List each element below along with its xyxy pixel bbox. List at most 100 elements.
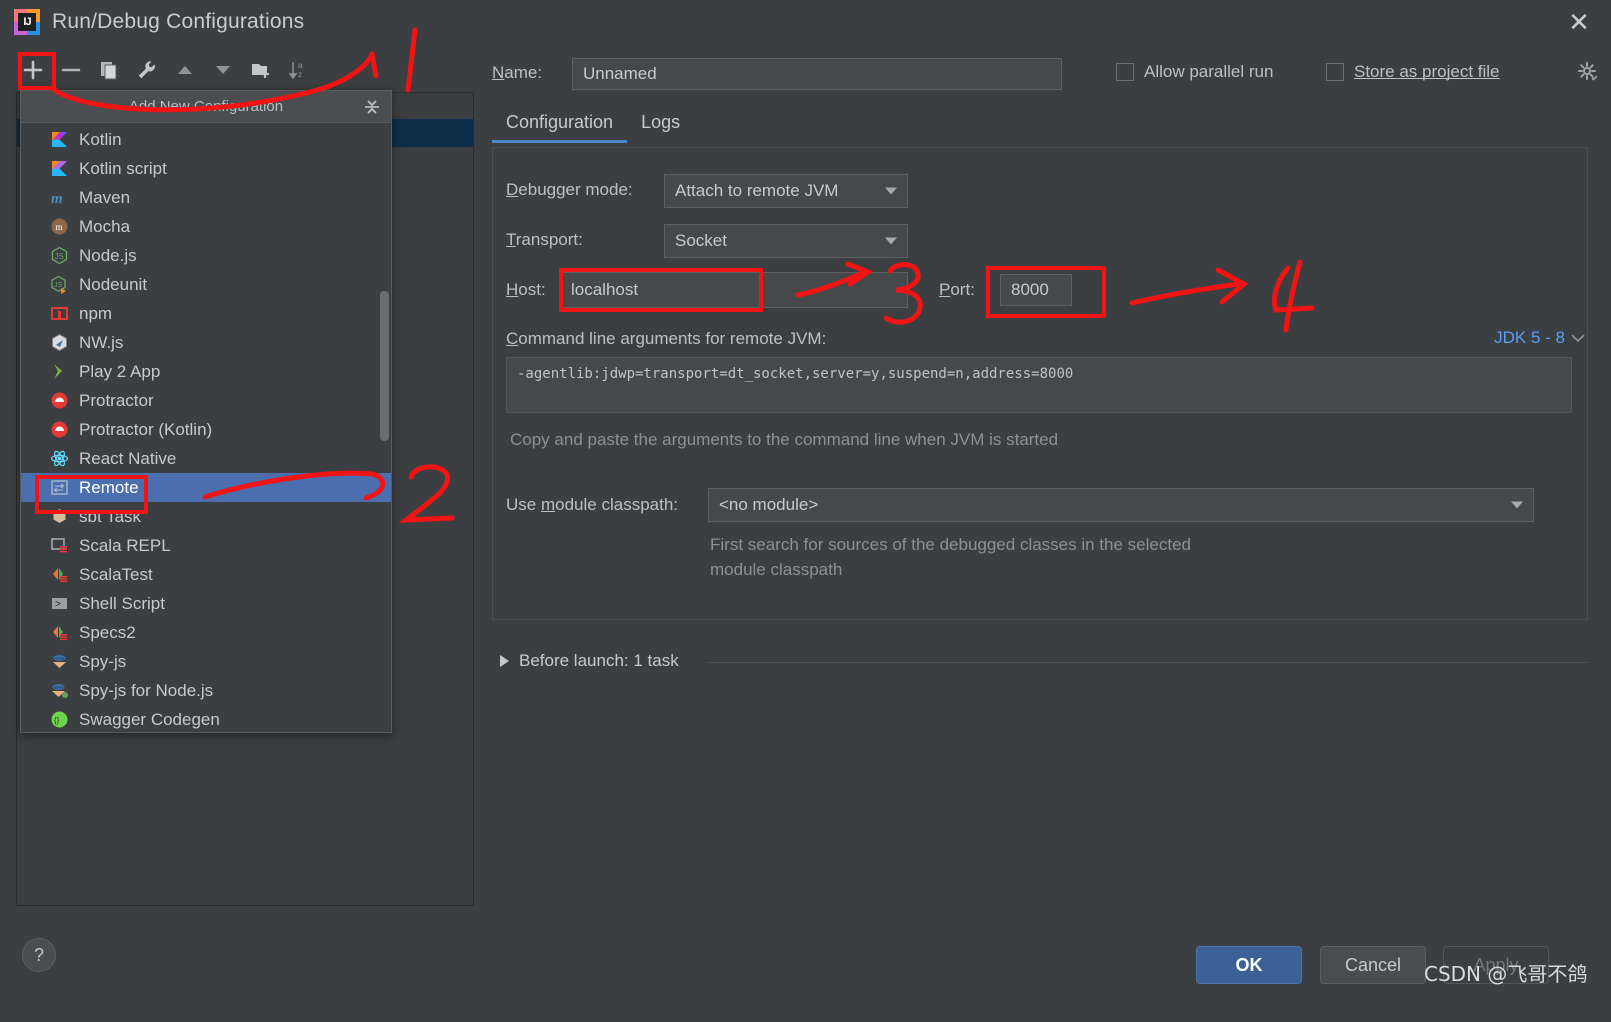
- configuration-type-item[interactable]: Scala REPL: [21, 531, 391, 560]
- name-input[interactable]: Unnamed: [572, 58, 1062, 90]
- config-tabs[interactable]: Configuration Logs: [492, 112, 1592, 148]
- before-launch-label: Before launch: 1 task: [519, 651, 679, 670]
- shell-script-icon: >: [49, 594, 69, 614]
- configuration-type-label: React Native: [79, 448, 177, 468]
- configuration-type-item[interactable]: sbt Task: [21, 502, 391, 531]
- host-input[interactable]: localhost: [560, 272, 908, 308]
- configuration-type-item[interactable]: React Native: [21, 444, 391, 473]
- tab-configuration[interactable]: Configuration: [492, 112, 628, 143]
- configuration-type-item[interactable]: m Maven: [21, 183, 391, 212]
- close-icon[interactable]: ✕: [1547, 0, 1611, 44]
- configuration-type-label: Play 2 App: [79, 361, 161, 381]
- gear-icon[interactable]: [1578, 62, 1598, 82]
- configuration-type-label: npm: [79, 303, 113, 323]
- svg-text:JS: JS: [54, 252, 63, 261]
- help-button[interactable]: ?: [22, 938, 56, 972]
- checkbox-box[interactable]: [1116, 63, 1134, 81]
- before-launch-divider: [707, 662, 1588, 663]
- store-as-project-file-checkbox[interactable]: Store as project file: [1326, 62, 1500, 82]
- configuration-type-item[interactable]: Protractor: [21, 386, 391, 415]
- collapse-all-icon[interactable]: [361, 96, 383, 118]
- module-classpath-label: Use module classpath:: [506, 495, 679, 514]
- configuration-type-item[interactable]: Kotlin script: [21, 154, 391, 183]
- swagger-icon: {}: [49, 710, 69, 730]
- configuration-type-label: ScalaTest: [79, 564, 153, 584]
- arrow-down-icon[interactable]: [204, 53, 242, 87]
- mocha-icon: m: [49, 217, 69, 237]
- arrow-up-icon[interactable]: [166, 53, 204, 87]
- module-classpath-hint-line2: module classpath: [710, 560, 843, 579]
- name-label: Name:: [492, 63, 543, 82]
- configuration-type-list[interactable]: Kotlin Kotlin script m Maven m Mocha JS Node.js…: [21, 123, 391, 732]
- configuration-type-item[interactable]: Protractor (Kotlin): [21, 415, 391, 444]
- copy-icon[interactable]: [90, 53, 128, 87]
- configuration-type-item[interactable]: JS Node.js: [21, 241, 391, 270]
- configuration-type-item[interactable]: Play 2 App: [21, 357, 391, 386]
- svg-text:>: >: [55, 600, 61, 611]
- kotlin-script-icon: [49, 159, 69, 179]
- configuration-type-item[interactable]: npm: [21, 299, 391, 328]
- svg-text:m: m: [51, 191, 63, 207]
- port-input[interactable]: 8000: [1000, 274, 1072, 306]
- configuration-type-item[interactable]: Spy-js: [21, 647, 391, 676]
- popup-scrollbar-thumb[interactable]: [380, 291, 389, 441]
- ok-button[interactable]: OK: [1196, 946, 1302, 984]
- configuration-type-label: sbt Task: [79, 506, 142, 526]
- svg-text:JS: JS: [54, 282, 63, 289]
- jdk-version-label: JDK 5 - 8: [1494, 328, 1565, 347]
- configuration-type-item[interactable]: Remote: [21, 473, 391, 502]
- window-titlebar: IJ Run/Debug Configurations ✕: [0, 0, 1611, 44]
- transport-label: Transport:: [506, 230, 583, 249]
- port-label: Port:: [939, 280, 975, 299]
- allow-parallel-run-checkbox[interactable]: Allow parallel run: [1116, 62, 1273, 82]
- command-line-args-textarea[interactable]: -agentlib:jdwp=transport=dt_socket,serve…: [506, 357, 1572, 413]
- configuration-type-label: Remote: [79, 477, 139, 497]
- host-label: Host:: [506, 280, 546, 299]
- transport-select[interactable]: Socket: [664, 224, 908, 258]
- configuration-type-item[interactable]: ScalaTest: [21, 560, 391, 589]
- minus-icon[interactable]: [52, 53, 90, 87]
- configuration-type-item[interactable]: {} Swagger Codegen: [21, 705, 391, 732]
- nodeunit-icon: JS: [49, 275, 69, 295]
- kotlin-icon: [49, 130, 69, 150]
- configuration-type-item[interactable]: Spy-js for Node.js: [21, 676, 391, 705]
- sort-az-icon[interactable]: a z: [280, 53, 318, 87]
- module-classpath-select[interactable]: <no module>: [708, 488, 1534, 522]
- checkbox-box[interactable]: [1326, 63, 1344, 81]
- chevron-down-icon: [1571, 333, 1585, 342]
- transport-value: Socket: [675, 231, 727, 250]
- configuration-type-item[interactable]: NW.js: [21, 328, 391, 357]
- module-classpath-value: <no module>: [719, 495, 819, 514]
- svg-text:z: z: [298, 70, 302, 79]
- module-classpath-hint-line1: First search for sources of the debugged…: [710, 535, 1191, 554]
- debugger-mode-select[interactable]: Attach to remote JVM: [664, 174, 908, 208]
- plus-icon[interactable]: [14, 53, 52, 87]
- jdk-version-link[interactable]: JDK 5 - 8: [1494, 328, 1585, 348]
- cancel-button[interactable]: Cancel: [1320, 946, 1426, 984]
- configuration-type-label: Spy-js for Node.js: [79, 680, 214, 700]
- configuration-type-item[interactable]: m Mocha: [21, 212, 391, 241]
- configuration-type-label: Kotlin script: [79, 158, 167, 178]
- expand-triangle-icon[interactable]: [500, 655, 509, 667]
- configuration-type-label: Spy-js: [79, 651, 127, 671]
- popup-header: Add New Configuration: [21, 91, 391, 123]
- svg-text:m: m: [55, 222, 62, 232]
- configuration-type-item[interactable]: JS Nodeunit: [21, 270, 391, 299]
- configurations-toolbar: a z: [14, 50, 474, 90]
- npm-icon: [49, 304, 69, 324]
- protractor-kotlin-icon: [49, 420, 69, 440]
- configuration-type-item[interactable]: > Shell Script: [21, 589, 391, 618]
- before-launch-section[interactable]: Before launch: 1 task: [500, 651, 679, 671]
- folder-add-icon[interactable]: [242, 53, 280, 87]
- svg-text:a: a: [298, 61, 303, 70]
- configuration-type-item[interactable]: Kotlin: [21, 125, 391, 154]
- configuration-type-item[interactable]: Specs2: [21, 618, 391, 647]
- scala-repl-icon: [49, 536, 69, 556]
- debugger-mode-label: Debugger mode:: [506, 180, 633, 199]
- tab-logs[interactable]: Logs: [627, 112, 694, 143]
- wrench-icon[interactable]: [128, 53, 166, 87]
- store-as-project-file-label: Store as project file: [1354, 62, 1500, 81]
- protractor-icon: [49, 391, 69, 411]
- intellij-idea-logo-icon: IJ: [14, 9, 40, 35]
- add-new-configuration-popup[interactable]: Add New Configuration Kotlin Kotlin scrip…: [20, 90, 392, 733]
